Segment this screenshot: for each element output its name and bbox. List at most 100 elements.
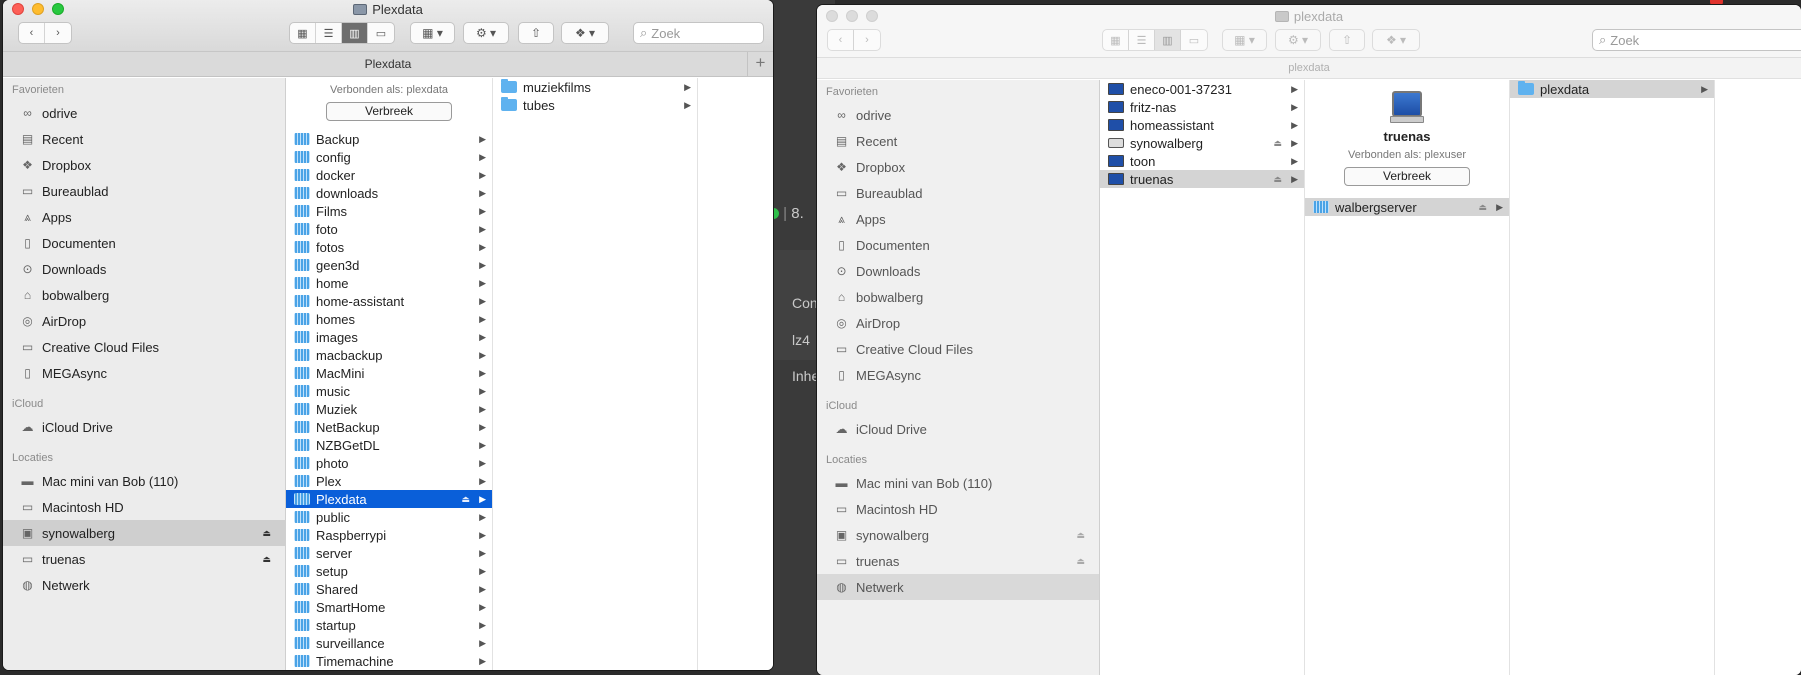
gallery-view-icon[interactable]: ▭ xyxy=(368,23,394,43)
eject-icon[interactable]: ⏏ xyxy=(262,554,271,565)
sidebar-item-truenas[interactable]: ▭ truenas ⏏ xyxy=(3,546,285,572)
dropbox-button[interactable]: ❖ ▾ xyxy=(1372,29,1420,51)
sidebar-item-apps[interactable]: ⩓ Apps xyxy=(3,204,285,230)
search-input[interactable] xyxy=(1610,32,1801,48)
list-item[interactable]: walbergserver ⏏ ▶ xyxy=(1305,198,1509,216)
sidebar-item-dropbox[interactable]: ❖ Dropbox xyxy=(817,154,1099,180)
sidebar-item-creative-cloud-files[interactable]: ▭ Creative Cloud Files xyxy=(817,336,1099,362)
sidebar-item-bureaublad[interactable]: ▭ Bureaublad xyxy=(3,178,285,204)
sidebar-item-netwerk[interactable]: ◍ Netwerk xyxy=(817,574,1099,600)
list-item[interactable]: public ▶ xyxy=(286,508,492,526)
sidebar-item-creative-cloud-files[interactable]: ▭ Creative Cloud Files xyxy=(3,334,285,360)
tab-plexdata[interactable]: plexdata xyxy=(1288,62,1330,74)
list-item[interactable]: foto ▶ xyxy=(286,220,492,238)
gallery-view-icon[interactable]: ▭ xyxy=(1181,30,1207,50)
list-item[interactable]: surveillance ▶ xyxy=(286,634,492,652)
list-item[interactable]: tubes ▶ xyxy=(493,96,697,114)
list-item[interactable]: downloads ▶ xyxy=(286,184,492,202)
sidebar-item-netwerk[interactable]: ◍ Netwerk xyxy=(3,572,285,598)
list-item[interactable]: truenas ⏏ ▶ xyxy=(1100,170,1304,188)
list-item[interactable]: toon ▶ xyxy=(1100,152,1304,170)
eject-icon[interactable]: ⏏ xyxy=(1273,138,1282,149)
list-item[interactable]: SmartHome ▶ xyxy=(286,598,492,616)
eject-icon[interactable]: ⏏ xyxy=(461,494,470,505)
sidebar-item-documenten[interactable]: ▯ Documenten xyxy=(817,232,1099,258)
forward-button[interactable]: › xyxy=(45,23,71,43)
column-view-icon[interactable]: ▥ xyxy=(342,23,368,43)
list-item[interactable]: docker ▶ xyxy=(286,166,492,184)
sidebar-item-megasync[interactable]: ▯ MEGAsync xyxy=(817,362,1099,388)
list-item[interactable]: config ▶ xyxy=(286,148,492,166)
list-item[interactable]: NZBGetDL ▶ xyxy=(286,436,492,454)
sidebar-item-synowalberg[interactable]: ▣ synowalberg ⏏ xyxy=(3,520,285,546)
list-item[interactable]: Plex ▶ xyxy=(286,472,492,490)
sidebar-item-truenas[interactable]: ▭ truenas ⏏ xyxy=(817,548,1099,574)
list-item[interactable]: synowalberg ⏏ ▶ xyxy=(1100,134,1304,152)
sidebar-item-bureaublad[interactable]: ▭ Bureaublad xyxy=(817,180,1099,206)
list-item[interactable]: photo ▶ xyxy=(286,454,492,472)
list-item[interactable]: NetBackup ▶ xyxy=(286,418,492,436)
dropbox-button[interactable]: ❖ ▾ xyxy=(561,22,609,44)
list-item[interactable]: server ▶ xyxy=(286,544,492,562)
list-item[interactable]: homeassistant ▶ xyxy=(1100,116,1304,134)
sidebar-item-documenten[interactable]: ▯ Documenten xyxy=(3,230,285,256)
sidebar-item-synowalberg[interactable]: ▣ synowalberg ⏏ xyxy=(817,522,1099,548)
list-item[interactable]: Plexdata ⏏ ▶ xyxy=(286,490,492,508)
list-item[interactable]: setup ▶ xyxy=(286,562,492,580)
list-item[interactable]: geen3d ▶ xyxy=(286,256,492,274)
list-item[interactable]: home-assistant ▶ xyxy=(286,292,492,310)
sidebar-item-bobwalberg[interactable]: ⌂ bobwalberg xyxy=(3,282,285,308)
eject-icon[interactable]: ⏏ xyxy=(1076,530,1085,541)
sidebar-item-downloads[interactable]: ⊙ Downloads xyxy=(3,256,285,282)
forward-button[interactable]: › xyxy=(854,30,880,50)
list-view-icon[interactable]: ☰ xyxy=(1129,30,1155,50)
sidebar-item-airdrop[interactable]: ◎ AirDrop xyxy=(817,310,1099,336)
list-item[interactable]: images ▶ xyxy=(286,328,492,346)
list-item[interactable]: macbackup ▶ xyxy=(286,346,492,364)
share-button[interactable]: ⇧ xyxy=(518,22,554,44)
disconnect-button[interactable]: Verbreek xyxy=(1344,167,1470,186)
sidebar-item-odrive[interactable]: ∞ odrive xyxy=(3,100,285,126)
sidebar-item-apps[interactable]: ⩓ Apps xyxy=(817,206,1099,232)
list-item[interactable]: fritz-nas ▶ xyxy=(1100,98,1304,116)
sidebar-item-downloads[interactable]: ⊙ Downloads xyxy=(817,258,1099,284)
share-button[interactable]: ⇧ xyxy=(1329,29,1365,51)
search-field[interactable]: ⌕ xyxy=(1592,29,1801,51)
list-item[interactable]: Timemachine ▶ xyxy=(286,652,492,670)
search-field[interactable]: ⌕ xyxy=(633,22,764,44)
sidebar-item-mac-mini-van-bob-110[interactable]: ▬ Mac mini van Bob (110) xyxy=(817,470,1099,496)
sidebar-item-recent[interactable]: ▤ Recent xyxy=(817,128,1099,154)
list-item[interactable]: homes ▶ xyxy=(286,310,492,328)
sidebar-item-airdrop[interactable]: ◎ AirDrop xyxy=(3,308,285,334)
list-item[interactable]: eneco-001-37231 ▶ xyxy=(1100,80,1304,98)
list-item[interactable]: muziekfilms ▶ xyxy=(493,78,697,96)
list-item[interactable]: home ▶ xyxy=(286,274,492,292)
list-item[interactable]: Shared ▶ xyxy=(286,580,492,598)
sidebar-item-bobwalberg[interactable]: ⌂ bobwalberg xyxy=(817,284,1099,310)
sidebar-item-megasync[interactable]: ▯ MEGAsync xyxy=(3,360,285,386)
sidebar-item-macintosh-hd[interactable]: ▭ Macintosh HD xyxy=(817,496,1099,522)
list-item[interactable]: plexdata ▶ xyxy=(1510,80,1714,98)
sidebar-item-odrive[interactable]: ∞ odrive xyxy=(817,102,1099,128)
new-tab-button[interactable]: + xyxy=(747,52,773,76)
sidebar-item-recent[interactable]: ▤ Recent xyxy=(3,126,285,152)
list-item[interactable]: music ▶ xyxy=(286,382,492,400)
tab-plexdata[interactable]: Plexdata xyxy=(365,57,412,71)
sidebar-item-dropbox[interactable]: ❖ Dropbox xyxy=(3,152,285,178)
column-view-icon[interactable]: ▥ xyxy=(1155,30,1181,50)
list-item[interactable]: Backup ▶ xyxy=(286,130,492,148)
back-button[interactable]: ‹ xyxy=(19,23,45,43)
back-button[interactable]: ‹ xyxy=(828,30,854,50)
action-menu-button[interactable]: ⚙ ▾ xyxy=(1275,29,1321,51)
list-item[interactable]: startup ▶ xyxy=(286,616,492,634)
eject-icon[interactable]: ⏏ xyxy=(1076,556,1085,567)
sidebar-item-icloud-drive[interactable]: ☁ iCloud Drive xyxy=(3,414,285,440)
action-menu-button[interactable]: ⚙ ▾ xyxy=(463,22,509,44)
icon-view-icon[interactable]: ▦ xyxy=(1103,30,1129,50)
sidebar-item-icloud-drive[interactable]: ☁ iCloud Drive xyxy=(817,416,1099,442)
list-item[interactable]: Muziek ▶ xyxy=(286,400,492,418)
eject-icon[interactable]: ⏏ xyxy=(262,528,271,539)
list-view-icon[interactable]: ☰ xyxy=(316,23,342,43)
icon-view-icon[interactable]: ▦ xyxy=(290,23,316,43)
eject-icon[interactable]: ⏏ xyxy=(1478,202,1487,213)
